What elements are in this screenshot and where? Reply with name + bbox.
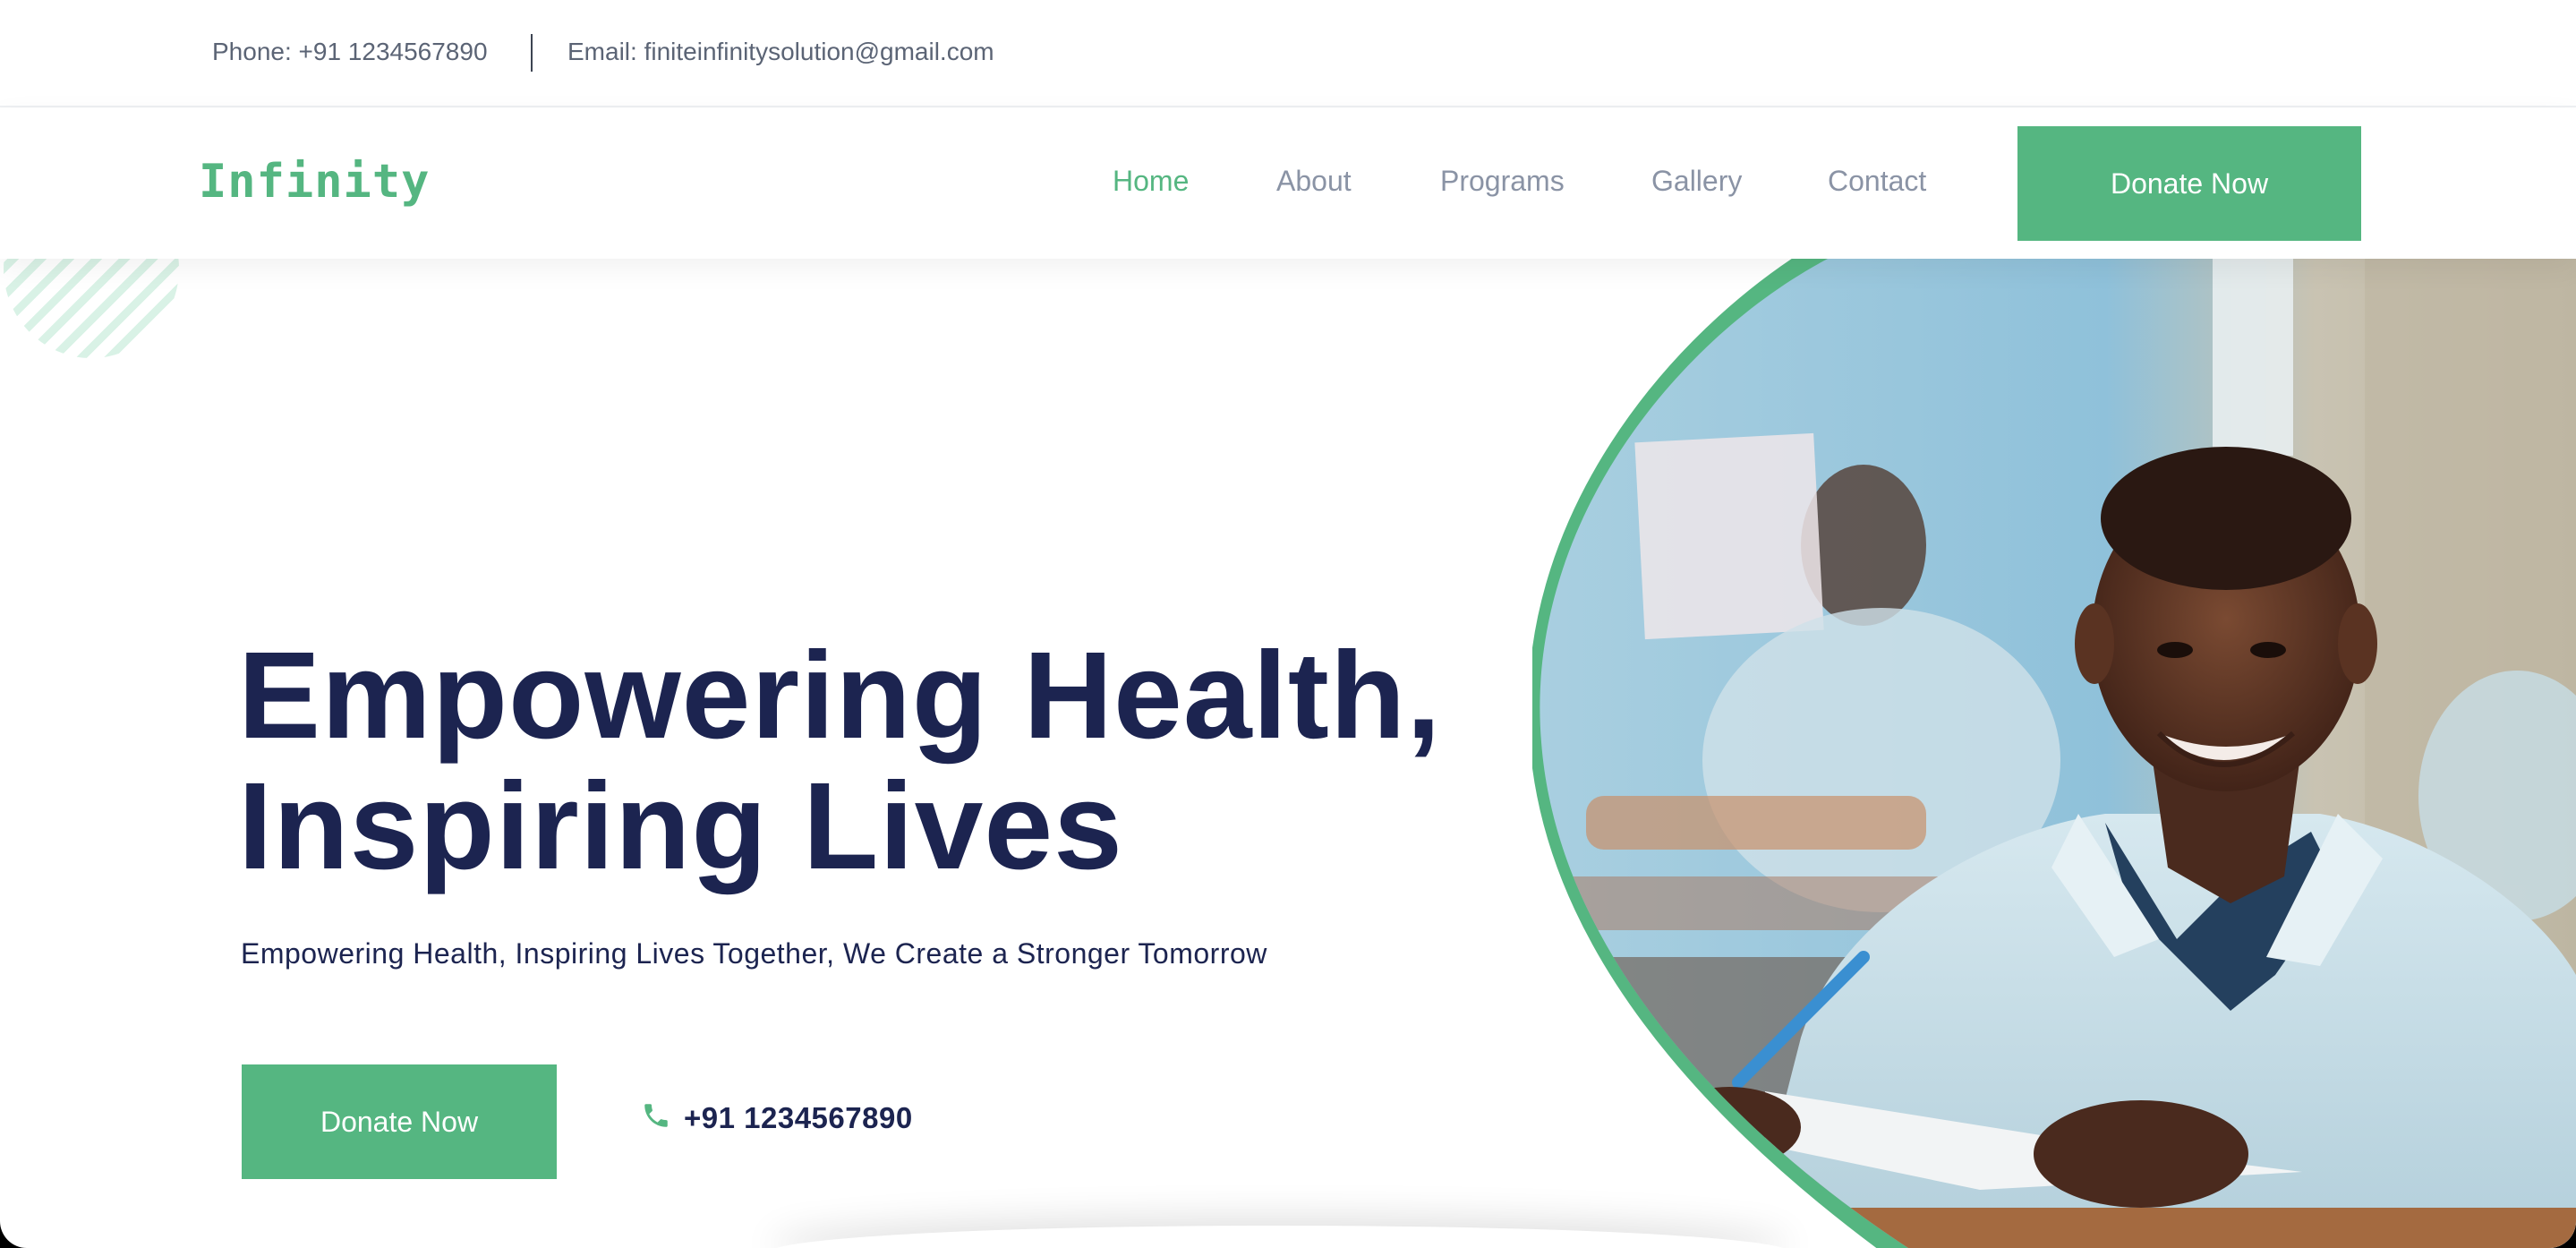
page: Phone: +91 1234567890 Email: finiteinfin…: [0, 0, 2576, 1248]
main-navbar: Infinity Home About Programs Gallery Con…: [0, 108, 2576, 259]
student-photo: [1532, 259, 2576, 1248]
hero-phone-number: +91 1234567890: [684, 1100, 913, 1134]
nav-link-contact[interactable]: Contact: [1828, 165, 1926, 198]
hero-title: Empowering Health, Inspiring Lives: [238, 630, 1442, 892]
hero-section: Empowering Health, Inspiring Lives Empow…: [0, 179, 2576, 1248]
hero-phone-link[interactable]: +91 1234567890: [641, 1100, 913, 1135]
nav-link-programs[interactable]: Programs: [1440, 165, 1565, 198]
hero-donate-button[interactable]: Donate Now: [242, 1064, 557, 1179]
hero-image: [1532, 259, 2576, 1248]
nav-donate-button[interactable]: Donate Now: [2017, 126, 2361, 241]
top-contact-bar: Phone: +91 1234567890 Email: finiteinfin…: [0, 0, 2576, 107]
topbar-phone[interactable]: Phone: +91 1234567890: [212, 38, 488, 66]
logo[interactable]: Infinity: [199, 155, 430, 209]
phone-icon: [641, 1100, 671, 1135]
nav-link-about[interactable]: About: [1276, 165, 1352, 198]
nav-link-gallery[interactable]: Gallery: [1651, 165, 1742, 198]
hero-subtitle: Empowering Health, Inspiring Lives Toget…: [241, 937, 1267, 970]
nav-link-home[interactable]: Home: [1113, 165, 1189, 198]
hero-title-line2: Inspiring Lives: [238, 757, 1123, 895]
topbar-divider: [531, 34, 533, 72]
topbar-email[interactable]: Email: finiteinfinitysolution@gmail.com: [567, 38, 994, 66]
hero-title-line1: Empowering Health,: [238, 627, 1442, 765]
